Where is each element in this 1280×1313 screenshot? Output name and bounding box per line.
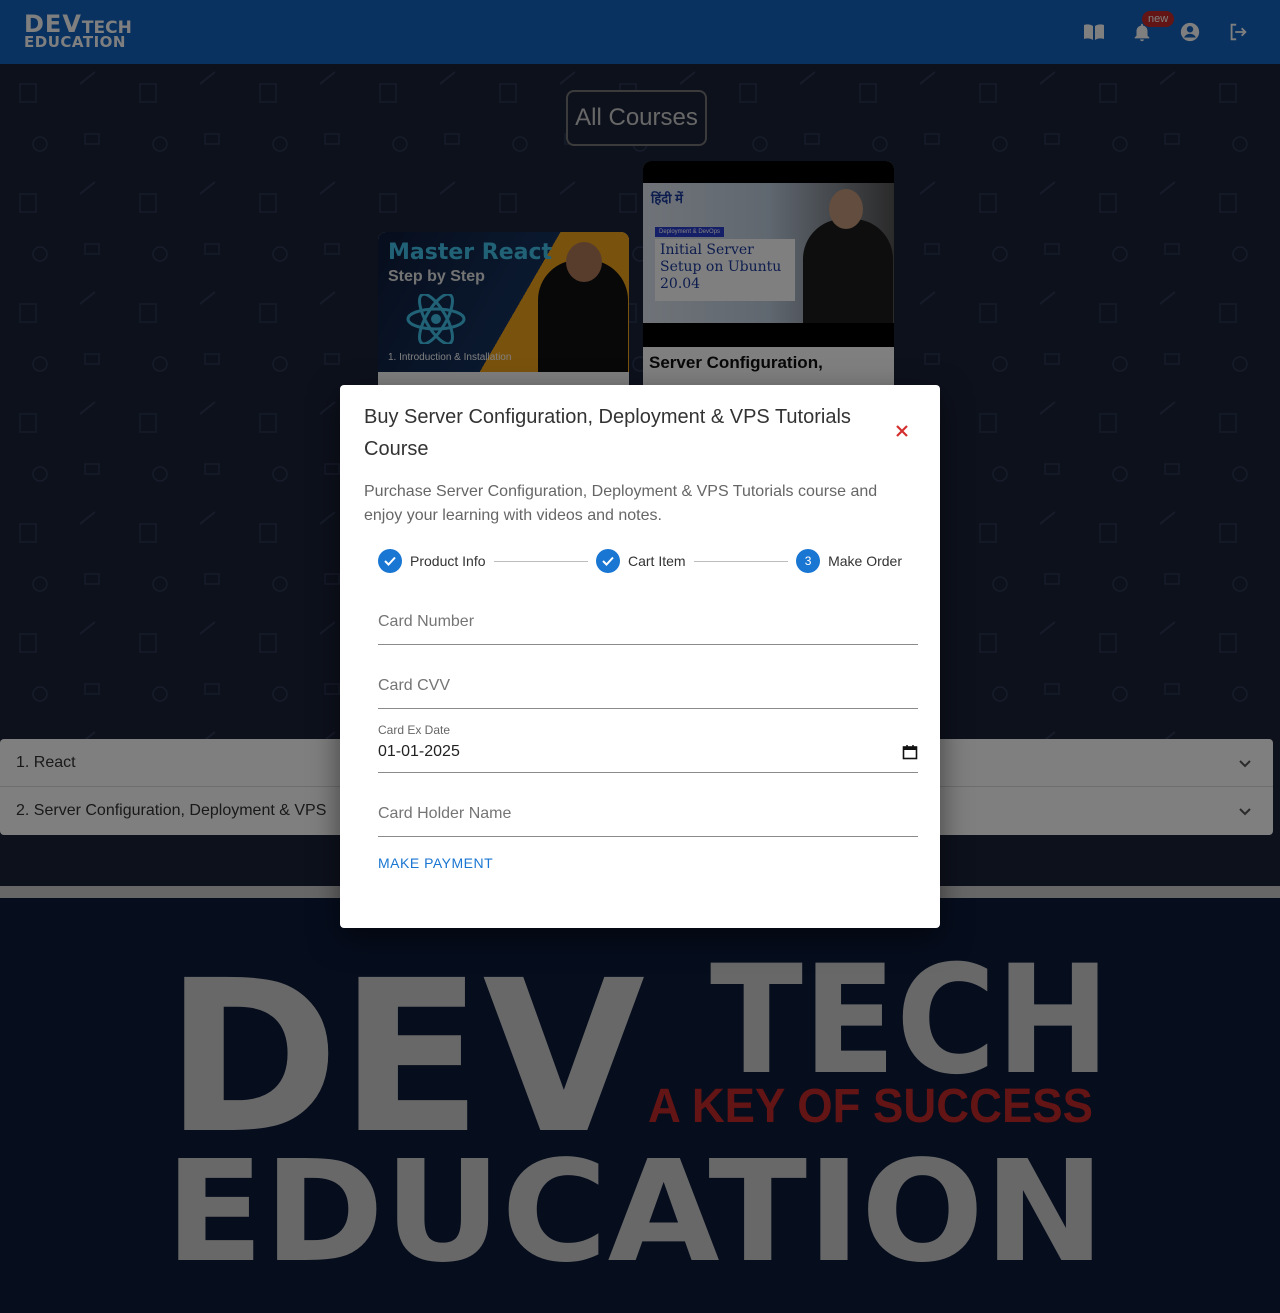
card-exp-label: Card Ex Date: [378, 723, 451, 737]
step-product-info: Product Info: [378, 549, 486, 573]
dialog-description: Purchase Server Configuration, Deploymen…: [364, 483, 878, 524]
step-make-order: 3 Make Order: [796, 549, 902, 573]
card-exp-value: 01-01-2025: [378, 743, 460, 760]
card-exp-date-field: Card Ex Date 01-01-2025: [378, 723, 918, 773]
step-label: Cart Item: [628, 553, 686, 569]
step-cart-item: Cart Item: [596, 549, 686, 573]
make-payment-button[interactable]: MAKE PAYMENT: [378, 855, 493, 871]
step-label: Make Order: [828, 553, 902, 569]
card-number-field: [378, 613, 918, 645]
checkout-stepper: Product Info Cart Item 3 Make Order: [378, 548, 902, 574]
step-number: 3: [796, 549, 821, 573]
step-label: Product Info: [410, 553, 486, 569]
card-cvv-field: [378, 677, 918, 709]
card-holder-field: [378, 805, 918, 837]
close-button[interactable]: [892, 421, 912, 441]
step-connector: [693, 560, 789, 562]
check-icon: [596, 549, 620, 573]
buy-course-dialog: Buy Server Configuration, Deployment & V…: [340, 385, 940, 928]
card-holder-input[interactable]: [378, 805, 918, 823]
close-icon: [896, 425, 908, 437]
check-icon: [378, 549, 402, 573]
card-cvv-input[interactable]: [378, 677, 918, 695]
calendar-icon[interactable]: [902, 744, 918, 760]
card-exp-input[interactable]: 01-01-2025: [378, 743, 918, 761]
card-number-input[interactable]: [378, 613, 918, 631]
step-connector: [493, 560, 588, 562]
dialog-title: Buy Server Configuration, Deployment & V…: [364, 406, 851, 460]
